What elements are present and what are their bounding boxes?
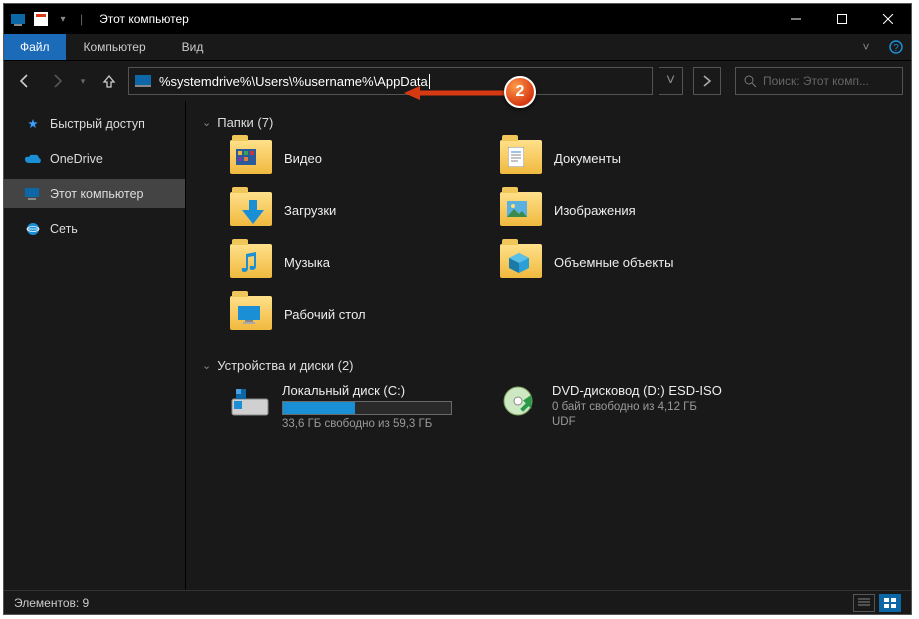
sidebar-item-label: Сеть (50, 222, 78, 236)
recent-dropdown[interactable]: ▾ (76, 68, 90, 94)
up-button[interactable] (96, 68, 122, 94)
ribbon-collapse-button[interactable]: ˅ (851, 34, 881, 60)
address-pc-icon (135, 75, 151, 87)
search-icon (744, 75, 757, 88)
drive-fs: UDF (552, 416, 722, 428)
address-history-dropdown[interactable]: ˅ (659, 67, 683, 95)
drive-dvd[interactable]: DVD-дисковод (D:) ESD-ISO 0 байт свободн… (500, 383, 770, 430)
folder-music[interactable]: Музыка (230, 244, 480, 280)
star-icon: ★ (24, 115, 42, 133)
dvd-drive-icon (500, 383, 540, 419)
status-item-count: Элементов: 9 (14, 596, 89, 610)
nav-pane: ★ Быстрый доступ OneDrive Этот компьютер (4, 101, 186, 590)
view-details-button[interactable] (853, 594, 875, 612)
pc-icon (24, 185, 42, 203)
group-drives-header[interactable]: ⌄ Устройства и диски (2) (202, 358, 895, 373)
address-path: %systemdrive%\Users\%username%\AppData (159, 74, 428, 89)
maximize-button[interactable] (819, 4, 865, 34)
qat-dropdown-icon[interactable]: ▾ (54, 10, 72, 28)
chevron-down-icon: ⌄ (202, 116, 211, 129)
sidebar-item-label: Этот компьютер (50, 187, 143, 201)
drive-c[interactable]: Локальный диск (C:) 33,6 ГБ свободно из … (230, 383, 480, 430)
menu-file[interactable]: Файл (4, 34, 66, 60)
folder-documents[interactable]: Документы (500, 140, 750, 176)
folder-icon (230, 244, 272, 280)
help-button[interactable]: ? (881, 34, 911, 60)
folder-label: Загрузки (284, 203, 336, 218)
forward-button[interactable] (44, 68, 70, 94)
folder-downloads[interactable]: Загрузки (230, 192, 480, 228)
sidebar-item-label: OneDrive (50, 152, 103, 166)
search-box[interactable]: Поиск: Этот комп... (735, 67, 903, 95)
sidebar-item-onedrive[interactable]: OneDrive (4, 144, 185, 173)
qat-properties-icon[interactable] (32, 10, 50, 28)
svg-text:?: ? (893, 43, 899, 54)
sidebar-item-this-pc[interactable]: Этот компьютер (4, 179, 185, 208)
folder-desktop[interactable]: Рабочий стол (230, 296, 480, 332)
content-pane: ⌄ Папки (7) Видео Документы Загрузки (186, 101, 911, 590)
group-folders-header[interactable]: ⌄ Папки (7) (202, 115, 895, 130)
sidebar-item-quick-access[interactable]: ★ Быстрый доступ (4, 109, 185, 138)
search-placeholder: Поиск: Этот комп... (763, 74, 869, 88)
drive-name: DVD-дисковод (D:) ESD-ISO (552, 383, 722, 398)
folder-icon (500, 244, 542, 280)
annotation-arrow (404, 86, 504, 100)
drive-free-text: 0 байт свободно из 4,12 ГБ (552, 401, 722, 413)
folder-label: Изображения (554, 203, 636, 218)
folder-icon (500, 140, 542, 176)
drive-free-text: 33,6 ГБ свободно из 59,3 ГБ (282, 418, 452, 430)
folder-label: Документы (554, 151, 621, 166)
drive-usage-bar (282, 401, 452, 415)
view-tiles-button[interactable] (879, 594, 901, 612)
folder-label: Видео (284, 151, 322, 166)
drive-usage-fill (283, 402, 355, 414)
minimize-button[interactable] (773, 4, 819, 34)
menu-computer[interactable]: Компьютер (66, 34, 164, 60)
network-icon (24, 220, 42, 238)
address-bar[interactable]: %systemdrive%\Users\%username%\AppData (128, 67, 653, 95)
chevron-down-icon: ⌄ (202, 359, 211, 372)
folder-icon (230, 296, 272, 332)
app-icon (10, 10, 28, 28)
menu-view[interactable]: Вид (164, 34, 222, 60)
titlebar: ▾ | Этот компьютер (4, 4, 911, 34)
folder-label: Объемные объекты (554, 255, 674, 270)
drive-name: Локальный диск (C:) (282, 383, 452, 398)
ribbon-tabs: Файл Компьютер Вид ˅ ? (4, 34, 911, 61)
back-button[interactable] (12, 68, 38, 94)
close-button[interactable] (865, 4, 911, 34)
folder-label: Рабочий стол (284, 307, 366, 322)
address-go-button[interactable] (693, 67, 721, 95)
status-bar: Элементов: 9 (4, 590, 911, 614)
folder-icon (230, 192, 272, 228)
folder-icon (230, 140, 272, 176)
window-title: Этот компьютер (99, 12, 189, 26)
folder-icon (500, 192, 542, 228)
folder-pictures[interactable]: Изображения (500, 192, 750, 228)
annotation-badge: 2 (504, 76, 536, 108)
sidebar-item-label: Быстрый доступ (50, 117, 145, 131)
folder-videos[interactable]: Видео (230, 140, 480, 176)
folder-3d-objects[interactable]: Объемные объекты (500, 244, 750, 280)
sidebar-item-network[interactable]: Сеть (4, 214, 185, 243)
hdd-icon (230, 383, 270, 419)
folder-label: Музыка (284, 255, 330, 270)
cloud-icon (24, 150, 42, 168)
